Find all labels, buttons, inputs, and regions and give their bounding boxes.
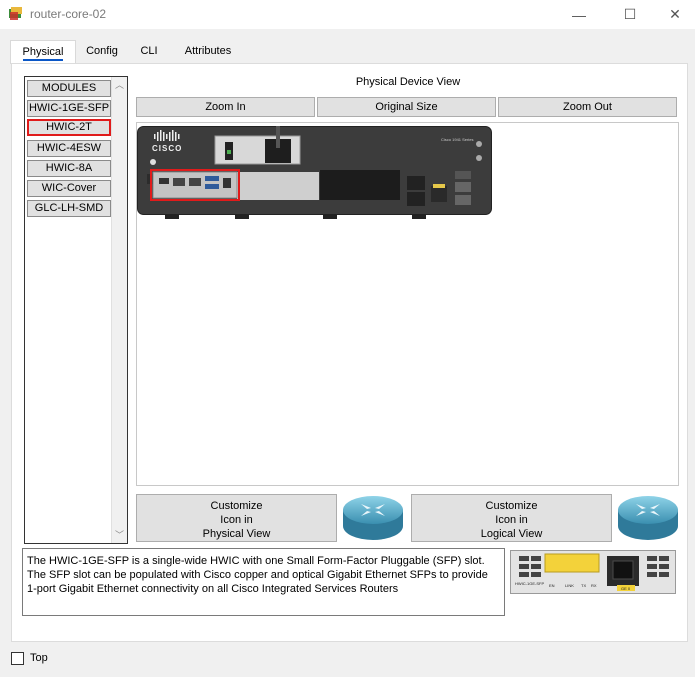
- tab-config[interactable]: Config: [80, 40, 124, 64]
- module-thumbnail: HWIC-1GE-SFP EN LINK TX RX GE 0: [510, 550, 676, 594]
- customize-logical-line3: Logical View: [480, 528, 543, 540]
- maximize-button[interactable]: ☐: [607, 0, 653, 29]
- tab-physical[interactable]: Physical: [10, 40, 76, 64]
- router-icon: [343, 496, 403, 540]
- module-hwic-2t[interactable]: HWIC-2T: [27, 119, 111, 136]
- module-thumb-name: HWIC-1GE-SFP: [515, 581, 545, 586]
- customize-physical-icon-button[interactable]: Customize Icon in Physical View: [136, 494, 337, 542]
- tab-config-label: Config: [86, 45, 118, 57]
- tab-attributes-label: Attributes: [184, 45, 232, 57]
- packet-tracer-icon: [9, 7, 22, 20]
- module-scrollbar[interactable]: ︿ ﹀: [111, 77, 127, 543]
- minimize-button[interactable]: —: [556, 0, 602, 29]
- customize-logical-line1: Customize: [485, 500, 538, 512]
- router-series-label: Cisco 1941 Series: [441, 137, 474, 142]
- customize-physical-line1: Customize: [210, 500, 263, 512]
- module-hwic-8a[interactable]: HWIC-8A: [27, 160, 111, 177]
- tab-physical-label: Physical: [22, 46, 64, 61]
- customize-physical-line3: Physical View: [202, 528, 271, 540]
- module-thumb-label-en: EN: [549, 583, 555, 588]
- scroll-up-icon[interactable]: ︿: [112, 77, 127, 93]
- customize-physical-line2: Icon in: [220, 514, 253, 526]
- module-description: The HWIC-1GE-SFP is a single-wide HWIC w…: [22, 548, 505, 616]
- module-header[interactable]: MODULES: [27, 80, 111, 97]
- module-thumb-label-rx: RX: [591, 583, 597, 588]
- customize-logical-icon-button[interactable]: Customize Icon in Logical View: [411, 494, 612, 542]
- scroll-down-icon[interactable]: ﹀: [112, 527, 127, 543]
- module-thumb-label-link: LINK: [565, 583, 574, 588]
- module-thumb-port: GE 0: [621, 586, 631, 591]
- tab-attributes[interactable]: Attributes: [176, 40, 240, 64]
- physical-device-view-title: Physical Device View: [355, 76, 461, 88]
- always-on-top-checkbox[interactable]: [11, 652, 24, 665]
- tab-cli-label: CLI: [140, 45, 158, 57]
- module-hwic-1ge-sfp[interactable]: HWIC-1GE-SFP: [27, 100, 111, 117]
- close-button[interactable]: ✕: [652, 0, 695, 29]
- router-icon: [618, 496, 678, 540]
- zoom-out-button[interactable]: Zoom Out: [498, 97, 677, 117]
- physical-panel: MODULES HWIC-1GE-SFP HWIC-2T HWIC-4ESW H…: [11, 63, 688, 642]
- module-list: MODULES HWIC-1GE-SFP HWIC-2T HWIC-4ESW H…: [24, 76, 128, 544]
- tab-cli[interactable]: CLI: [134, 40, 164, 64]
- original-size-button[interactable]: Original Size: [317, 97, 496, 117]
- module-hwic-4esw[interactable]: HWIC-4ESW: [27, 140, 111, 157]
- always-on-top-label: Top: [30, 652, 48, 664]
- device-view-area: CISCO Cisco 1941 Series: [136, 122, 679, 486]
- module-thumb-label-tx: TX: [581, 583, 587, 588]
- window-title: router-core-02: [30, 7, 107, 21]
- router-brand-label: CISCO: [152, 144, 183, 153]
- zoom-in-button[interactable]: Zoom In: [136, 97, 315, 117]
- module-wic-cover[interactable]: WIC-Cover: [27, 180, 111, 197]
- title-bar: router-core-02 — ☐ ✕: [0, 0, 695, 29]
- module-glc-lh-smd[interactable]: GLC-LH-SMD: [27, 200, 111, 217]
- customize-logical-line2: Icon in: [495, 514, 528, 526]
